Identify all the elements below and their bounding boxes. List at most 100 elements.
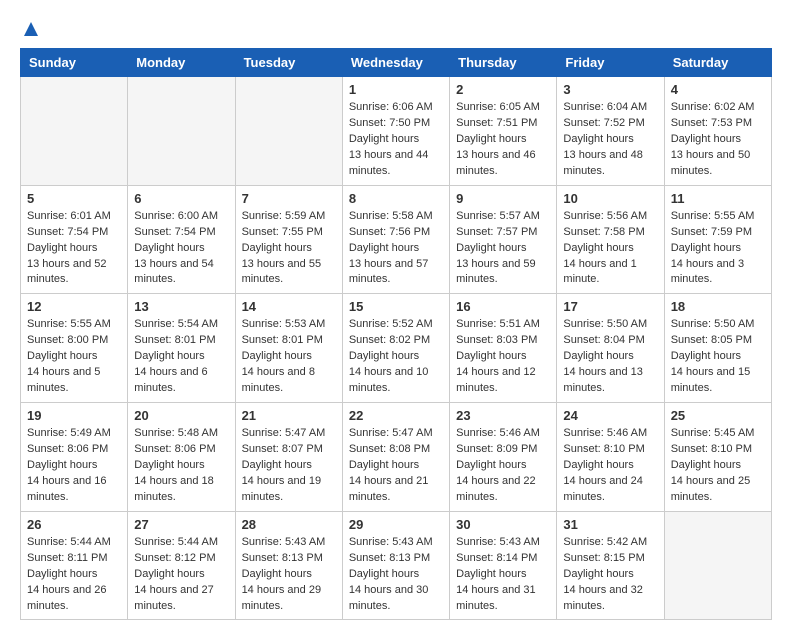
calendar-cell: 19 Sunrise: 5:49 AM Sunset: 8:06 PM Dayl…: [21, 403, 128, 512]
day-number: 23: [456, 408, 550, 423]
day-number: 6: [134, 191, 228, 206]
calendar-cell: 8 Sunrise: 5:58 AM Sunset: 7:56 PM Dayli…: [342, 185, 449, 294]
calendar-cell: 31 Sunrise: 5:42 AM Sunset: 8:15 PM Dayl…: [557, 511, 664, 620]
day-number: 28: [242, 517, 336, 532]
cell-info: Sunrise: 5:42 AM Sunset: 8:15 PM Dayligh…: [563, 535, 657, 615]
calendar-cell: 10 Sunrise: 5:56 AM Sunset: 7:58 PM Dayl…: [557, 185, 664, 294]
calendar-cell: 5 Sunrise: 6:01 AM Sunset: 7:54 PM Dayli…: [21, 185, 128, 294]
day-number: 19: [27, 408, 121, 423]
calendar-cell: 11 Sunrise: 5:55 AM Sunset: 7:59 PM Dayl…: [664, 185, 771, 294]
cell-info: Sunrise: 5:55 AM Sunset: 8:00 PM Dayligh…: [27, 317, 121, 397]
cell-info: Sunrise: 5:46 AM Sunset: 8:09 PM Dayligh…: [456, 426, 550, 506]
weekday-header-friday: Friday: [557, 49, 664, 77]
weekday-header-tuesday: Tuesday: [235, 49, 342, 77]
cell-info: Sunrise: 5:43 AM Sunset: 8:14 PM Dayligh…: [456, 535, 550, 615]
calendar-cell: [128, 77, 235, 186]
weekday-header-sunday: Sunday: [21, 49, 128, 77]
calendar-cell: 4 Sunrise: 6:02 AM Sunset: 7:53 PM Dayli…: [664, 77, 771, 186]
day-number: 18: [671, 299, 765, 314]
day-number: 26: [27, 517, 121, 532]
calendar-table: SundayMondayTuesdayWednesdayThursdayFrid…: [20, 48, 772, 620]
day-number: 14: [242, 299, 336, 314]
calendar-cell: 16 Sunrise: 5:51 AM Sunset: 8:03 PM Dayl…: [450, 294, 557, 403]
calendar-cell: [21, 77, 128, 186]
day-number: 7: [242, 191, 336, 206]
day-number: 13: [134, 299, 228, 314]
cell-info: Sunrise: 5:48 AM Sunset: 8:06 PM Dayligh…: [134, 426, 228, 506]
day-number: 11: [671, 191, 765, 206]
cell-info: Sunrise: 6:01 AM Sunset: 7:54 PM Dayligh…: [27, 209, 121, 289]
cell-info: Sunrise: 5:46 AM Sunset: 8:10 PM Dayligh…: [563, 426, 657, 506]
calendar-week-row: 1 Sunrise: 6:06 AM Sunset: 7:50 PM Dayli…: [21, 77, 772, 186]
day-number: 24: [563, 408, 657, 423]
calendar-cell: 18 Sunrise: 5:50 AM Sunset: 8:05 PM Dayl…: [664, 294, 771, 403]
day-number: 3: [563, 82, 657, 97]
calendar-cell: 12 Sunrise: 5:55 AM Sunset: 8:00 PM Dayl…: [21, 294, 128, 403]
cell-info: Sunrise: 5:59 AM Sunset: 7:55 PM Dayligh…: [242, 209, 336, 289]
day-number: 31: [563, 517, 657, 532]
calendar-cell: 21 Sunrise: 5:47 AM Sunset: 8:07 PM Dayl…: [235, 403, 342, 512]
weekday-header-thursday: Thursday: [450, 49, 557, 77]
day-number: 25: [671, 408, 765, 423]
calendar-cell: 6 Sunrise: 6:00 AM Sunset: 7:54 PM Dayli…: [128, 185, 235, 294]
logo-icon: [22, 20, 40, 38]
cell-info: Sunrise: 5:44 AM Sunset: 8:11 PM Dayligh…: [27, 535, 121, 615]
cell-info: Sunrise: 5:51 AM Sunset: 8:03 PM Dayligh…: [456, 317, 550, 397]
day-number: 8: [349, 191, 443, 206]
logo: [20, 20, 40, 38]
day-number: 10: [563, 191, 657, 206]
calendar-cell: [664, 511, 771, 620]
cell-info: Sunrise: 6:02 AM Sunset: 7:53 PM Dayligh…: [671, 100, 765, 180]
calendar-cell: 7 Sunrise: 5:59 AM Sunset: 7:55 PM Dayli…: [235, 185, 342, 294]
calendar-cell: [235, 77, 342, 186]
cell-info: Sunrise: 5:44 AM Sunset: 8:12 PM Dayligh…: [134, 535, 228, 615]
day-number: 4: [671, 82, 765, 97]
day-number: 30: [456, 517, 550, 532]
cell-info: Sunrise: 5:47 AM Sunset: 8:08 PM Dayligh…: [349, 426, 443, 506]
calendar-cell: 26 Sunrise: 5:44 AM Sunset: 8:11 PM Dayl…: [21, 511, 128, 620]
day-number: 1: [349, 82, 443, 97]
calendar-cell: 23 Sunrise: 5:46 AM Sunset: 8:09 PM Dayl…: [450, 403, 557, 512]
calendar-cell: 13 Sunrise: 5:54 AM Sunset: 8:01 PM Dayl…: [128, 294, 235, 403]
cell-info: Sunrise: 5:50 AM Sunset: 8:04 PM Dayligh…: [563, 317, 657, 397]
calendar-cell: 27 Sunrise: 5:44 AM Sunset: 8:12 PM Dayl…: [128, 511, 235, 620]
cell-info: Sunrise: 5:50 AM Sunset: 8:05 PM Dayligh…: [671, 317, 765, 397]
day-number: 15: [349, 299, 443, 314]
calendar-week-row: 12 Sunrise: 5:55 AM Sunset: 8:00 PM Dayl…: [21, 294, 772, 403]
cell-info: Sunrise: 6:06 AM Sunset: 7:50 PM Dayligh…: [349, 100, 443, 180]
calendar-cell: 3 Sunrise: 6:04 AM Sunset: 7:52 PM Dayli…: [557, 77, 664, 186]
calendar-cell: 30 Sunrise: 5:43 AM Sunset: 8:14 PM Dayl…: [450, 511, 557, 620]
cell-info: Sunrise: 5:52 AM Sunset: 8:02 PM Dayligh…: [349, 317, 443, 397]
cell-info: Sunrise: 5:43 AM Sunset: 8:13 PM Dayligh…: [242, 535, 336, 615]
day-number: 20: [134, 408, 228, 423]
cell-info: Sunrise: 5:53 AM Sunset: 8:01 PM Dayligh…: [242, 317, 336, 397]
cell-info: Sunrise: 5:54 AM Sunset: 8:01 PM Dayligh…: [134, 317, 228, 397]
day-number: 17: [563, 299, 657, 314]
calendar-header-row: SundayMondayTuesdayWednesdayThursdayFrid…: [21, 49, 772, 77]
weekday-header-monday: Monday: [128, 49, 235, 77]
calendar-cell: 14 Sunrise: 5:53 AM Sunset: 8:01 PM Dayl…: [235, 294, 342, 403]
day-number: 5: [27, 191, 121, 206]
cell-info: Sunrise: 5:47 AM Sunset: 8:07 PM Dayligh…: [242, 426, 336, 506]
day-number: 16: [456, 299, 550, 314]
calendar-cell: 9 Sunrise: 5:57 AM Sunset: 7:57 PM Dayli…: [450, 185, 557, 294]
cell-info: Sunrise: 5:43 AM Sunset: 8:13 PM Dayligh…: [349, 535, 443, 615]
weekday-header-wednesday: Wednesday: [342, 49, 449, 77]
calendar-cell: 24 Sunrise: 5:46 AM Sunset: 8:10 PM Dayl…: [557, 403, 664, 512]
calendar-cell: 2 Sunrise: 6:05 AM Sunset: 7:51 PM Dayli…: [450, 77, 557, 186]
day-number: 22: [349, 408, 443, 423]
calendar-cell: 25 Sunrise: 5:45 AM Sunset: 8:10 PM Dayl…: [664, 403, 771, 512]
cell-info: Sunrise: 6:04 AM Sunset: 7:52 PM Dayligh…: [563, 100, 657, 180]
cell-info: Sunrise: 5:56 AM Sunset: 7:58 PM Dayligh…: [563, 209, 657, 289]
cell-info: Sunrise: 5:55 AM Sunset: 7:59 PM Dayligh…: [671, 209, 765, 289]
calendar-week-row: 19 Sunrise: 5:49 AM Sunset: 8:06 PM Dayl…: [21, 403, 772, 512]
calendar-cell: 28 Sunrise: 5:43 AM Sunset: 8:13 PM Dayl…: [235, 511, 342, 620]
cell-info: Sunrise: 6:00 AM Sunset: 7:54 PM Dayligh…: [134, 209, 228, 289]
calendar-body: 1 Sunrise: 6:06 AM Sunset: 7:50 PM Dayli…: [21, 77, 772, 620]
calendar-cell: 15 Sunrise: 5:52 AM Sunset: 8:02 PM Dayl…: [342, 294, 449, 403]
day-number: 29: [349, 517, 443, 532]
calendar-week-row: 5 Sunrise: 6:01 AM Sunset: 7:54 PM Dayli…: [21, 185, 772, 294]
day-number: 27: [134, 517, 228, 532]
day-number: 12: [27, 299, 121, 314]
day-number: 21: [242, 408, 336, 423]
